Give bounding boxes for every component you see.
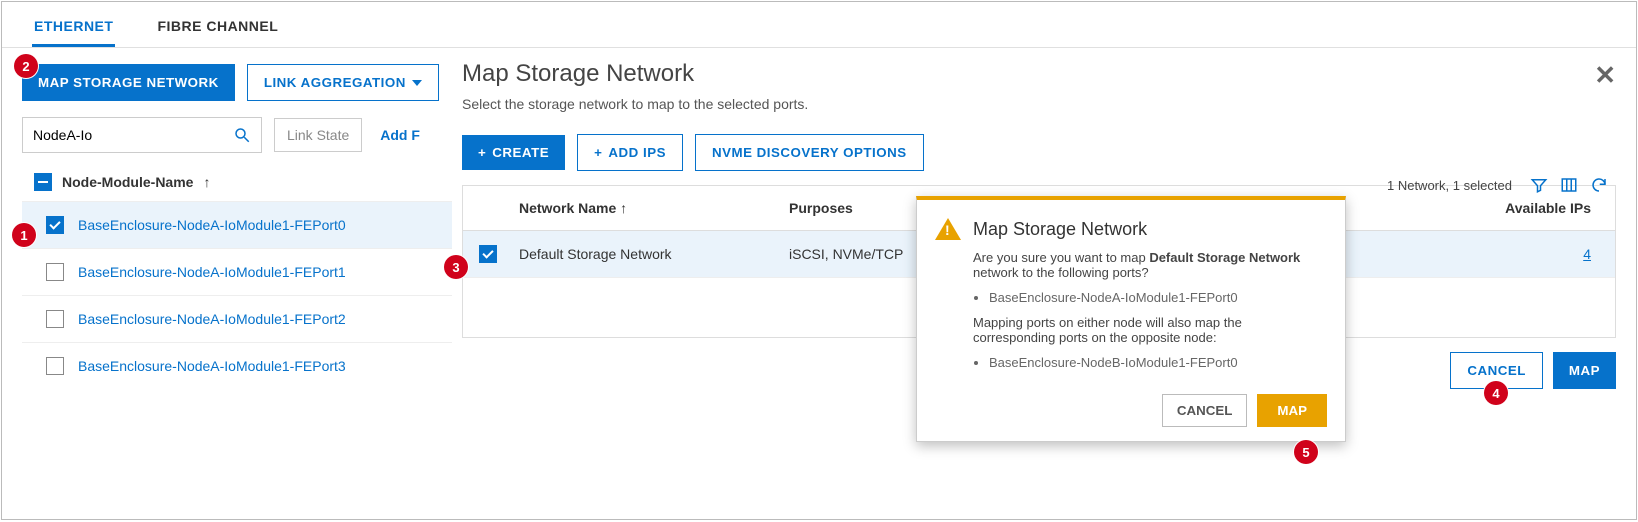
search-icon [233, 126, 251, 144]
confirm-port-item: BaseEnclosure-NodeB-IoModule1-FEPort0 [989, 355, 1327, 370]
confirm-header: Map Storage Network [935, 218, 1327, 240]
warning-icon [935, 218, 961, 240]
tab-fibre-channel[interactable]: FIBRE CHANNEL [155, 12, 280, 47]
confirm-port-item: BaseEnclosure-NodeA-IoModule1-FEPort0 [989, 290, 1327, 305]
add-link[interactable]: Add F [380, 127, 420, 143]
plus-icon: + [594, 145, 602, 160]
port-row-checkbox[interactable] [46, 357, 64, 375]
port-row-checkbox[interactable] [46, 263, 64, 281]
col-network-name[interactable]: Network Name [519, 200, 616, 216]
confirm-network-name: Default Storage Network [1149, 250, 1300, 265]
filter-icon[interactable] [1530, 176, 1548, 194]
nvme-discovery-button[interactable]: NVME DISCOVERY OPTIONS [695, 134, 924, 171]
app-frame: ETHERNET FIBRE CHANNEL MAP STORAGE NETWO… [1, 1, 1637, 520]
port-row-label[interactable]: BaseEnclosure-NodeA-IoModule1-FEPort0 [78, 217, 346, 233]
port-row-label[interactable]: BaseEnclosure-NodeA-IoModule1-FEPort1 [78, 264, 346, 280]
confirm-text: Are you sure you want to map [973, 250, 1149, 265]
close-icon[interactable]: ✕ [1594, 60, 1616, 91]
create-button[interactable]: + CREATE [462, 135, 565, 170]
step-badge-1: 1 [12, 223, 36, 247]
confirm-dialog: Map Storage Network Are you sure you wan… [916, 196, 1346, 442]
step-badge-4: 4 [1484, 381, 1508, 405]
panel-title: Map Storage Network [462, 60, 1616, 88]
step-badge-3: 3 [444, 255, 468, 279]
confirm-body: Are you sure you want to map Default Sto… [973, 250, 1327, 370]
search-input-wrap [22, 117, 262, 153]
panel-map-button[interactable]: MAP [1553, 352, 1616, 389]
confirm-map-button[interactable]: MAP [1257, 394, 1327, 427]
group-collapse-icon[interactable] [34, 173, 52, 191]
confirm-text: Mapping ports on either node will also m… [973, 315, 1327, 345]
port-row-label[interactable]: BaseEnclosure-NodeA-IoModule1-FEPort3 [78, 358, 346, 374]
refresh-icon[interactable] [1590, 176, 1608, 194]
port-row-label[interactable]: BaseEnclosure-NodeA-IoModule1-FEPort2 [78, 311, 346, 327]
add-ips-button[interactable]: + ADD IPS [577, 134, 683, 171]
panel-subtitle: Select the storage network to map to the… [462, 96, 1616, 112]
map-storage-network-button[interactable]: MAP STORAGE NETWORK [22, 64, 235, 101]
step-badge-5: 5 [1294, 440, 1318, 464]
panel-toolbar-right: 1 Network, 1 selected [1387, 176, 1608, 194]
search-input[interactable] [33, 127, 233, 143]
network-row-checkbox[interactable] [479, 245, 497, 263]
network-row-name: Default Storage Network [513, 232, 783, 276]
step-badge-2: 2 [14, 54, 38, 78]
available-ips-link[interactable]: 4 [1583, 246, 1591, 262]
port-row-checkbox[interactable] [46, 310, 64, 328]
sort-arrow-icon: ↑ [620, 200, 627, 216]
link-aggregation-button[interactable]: LINK AGGREGATION [247, 64, 439, 101]
confirm-cancel-button[interactable]: CANCEL [1162, 394, 1248, 427]
group-header-label: Node-Module-Name [62, 174, 193, 190]
confirm-text: network to the following ports? [973, 265, 1149, 280]
columns-icon[interactable] [1560, 176, 1578, 194]
create-label: CREATE [492, 145, 549, 160]
port-row-checkbox[interactable] [46, 216, 64, 234]
tab-ethernet[interactable]: ETHERNET [32, 12, 115, 47]
link-aggregation-label: LINK AGGREGATION [264, 75, 406, 90]
panel-toolbar: + CREATE + ADD IPS NVME DISCOVERY OPTIONS [462, 134, 1616, 171]
link-state-filter[interactable]: Link State [274, 118, 362, 152]
network-count-label: 1 Network, 1 selected [1387, 178, 1512, 193]
plus-icon: + [478, 145, 486, 160]
confirm-footer: CANCEL MAP [935, 394, 1327, 427]
add-ips-label: ADD IPS [608, 145, 666, 160]
sort-arrow-icon: ↑ [203, 174, 210, 190]
tab-bar: ETHERNET FIBRE CHANNEL [2, 2, 1636, 48]
chevron-down-icon [412, 80, 422, 86]
confirm-title: Map Storage Network [973, 219, 1147, 240]
